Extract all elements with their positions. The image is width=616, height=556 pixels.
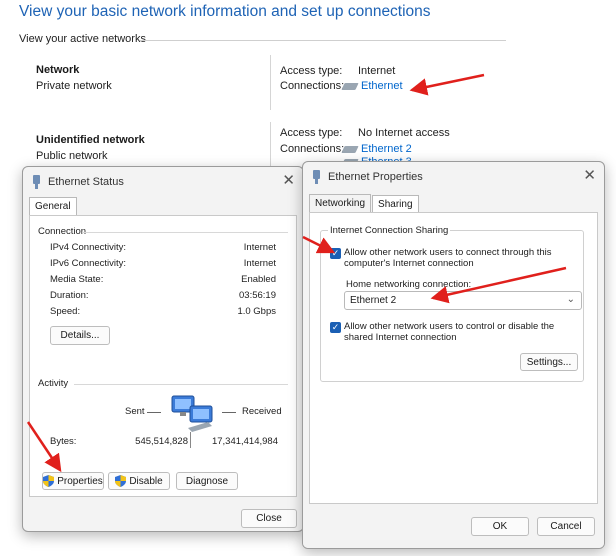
page-title: View your basic network information and … [19,3,431,20]
home-connection-select[interactable]: Ethernet 2 ⌄ [344,291,582,310]
divider [147,412,161,413]
bytes-label: Bytes: [50,436,77,447]
ok-button[interactable]: OK [471,517,529,536]
network-adapter-icon [313,170,320,184]
allow-control-label-cont: shared Internet connection [344,332,457,343]
cancel-button[interactable]: Cancel [537,517,595,536]
speed-value: 1.0 Gbps [237,306,276,317]
bytes-sent-value: 545,514,828 [135,436,188,447]
access-type-value: Internet [358,65,396,77]
divider [270,122,271,167]
ethernet-connection-icon [341,145,359,153]
close-icon[interactable]: ✕ [282,171,295,189]
settings-button[interactable]: Settings... [520,353,578,371]
connection-link-text[interactable]: Ethernet 2 [361,143,412,155]
media-state-value: Enabled [241,274,276,285]
dialog-title: Ethernet Properties [328,171,423,183]
tab-sharing[interactable]: Sharing [372,195,419,213]
dialog-title: Ethernet Status [48,176,124,188]
speed-label: Speed: [50,306,81,317]
chevron-down-icon: ⌄ [566,294,575,305]
dialog-titlebar[interactable]: Ethernet Status [23,167,303,197]
sharing-panel: Internet Connection Sharing ✓ Allow othe… [309,212,598,504]
properties-button-label: Properties [57,475,103,487]
allow-connect-label-cont: computer's Internet connection [344,258,474,269]
disable-button[interactable]: Disable [108,472,170,490]
connection-link-ethernet-2[interactable]: Ethernet 2 [341,143,412,155]
access-type-label: Access type: [280,127,343,139]
divider [270,55,271,110]
divider [140,40,506,41]
close-icon[interactable]: ✕ [583,166,596,184]
duration-label: Duration: [50,290,89,301]
connection-link-text[interactable]: Ethernet [361,80,403,92]
network-adapter-icon [33,175,40,189]
tab-general[interactable]: General [29,197,77,215]
ethernet-properties-dialog: Ethernet Properties ✕ Networking Sharing… [302,161,605,549]
allow-connect-label: Allow other network users to connect thr… [344,247,552,258]
general-panel: Connection IPv4 Connectivity: Internet I… [29,215,297,497]
bytes-received-value: 17,341,414,984 [211,436,278,447]
ipv4-value: Internet [243,242,276,253]
tab-networking[interactable]: Networking [309,194,372,212]
sent-label: Sent [125,406,145,417]
activity-section-label: Activity [38,378,69,389]
received-label: Received [242,406,282,417]
divider [190,432,191,448]
properties-button[interactable]: Properties [42,472,104,490]
uac-shield-icon [43,475,55,487]
disable-button-label: Disable [129,475,163,487]
duration-value: 03:56:19 [239,290,276,301]
dialog-titlebar[interactable]: Ethernet Properties [303,162,604,192]
ics-group-title: Internet Connection Sharing [328,225,451,236]
access-type-value: No Internet access [358,127,450,139]
divider [222,412,236,413]
ipv6-value: Internet [243,258,276,269]
dialog-footer: OK Cancel [303,508,604,548]
diagnose-button[interactable]: Diagnose [176,472,238,490]
close-button[interactable]: Close [241,509,297,528]
details-button[interactable]: Details... [50,326,110,345]
network-type: Public network [36,150,108,162]
allow-control-label: Allow other network users to control or … [344,321,555,332]
divider [82,232,288,233]
divider [74,384,288,385]
connections-label: Connections: [280,143,345,155]
connection-link-ethernet[interactable]: Ethernet [341,80,403,92]
ipv4-label: IPv4 Connectivity: [50,242,127,253]
ipv6-label: IPv6 Connectivity: [50,258,127,269]
annotation-arrow [409,73,485,96]
active-networks-label: View your active networks [19,33,146,45]
home-connection-value: Ethernet 2 [350,295,397,306]
ethernet-connection-icon [341,82,359,90]
network-name: Network [36,64,80,76]
connection-section-label: Connection [38,226,87,237]
network-type: Private network [36,80,112,92]
connections-label: Connections: [280,80,345,92]
allow-control-checkbox[interactable]: ✓ [330,322,341,333]
media-state-label: Media State: [50,274,104,285]
computers-activity-icon [171,395,213,432]
access-type-label: Access type: [280,65,343,77]
home-connection-label: Home networking connection: [346,279,472,290]
allow-connect-checkbox[interactable]: ✓ [330,248,341,259]
network-name: Unidentified network [36,134,145,146]
uac-shield-icon [115,475,127,487]
ethernet-status-dialog: Ethernet Status ✕ General Connection IPv… [22,166,304,532]
